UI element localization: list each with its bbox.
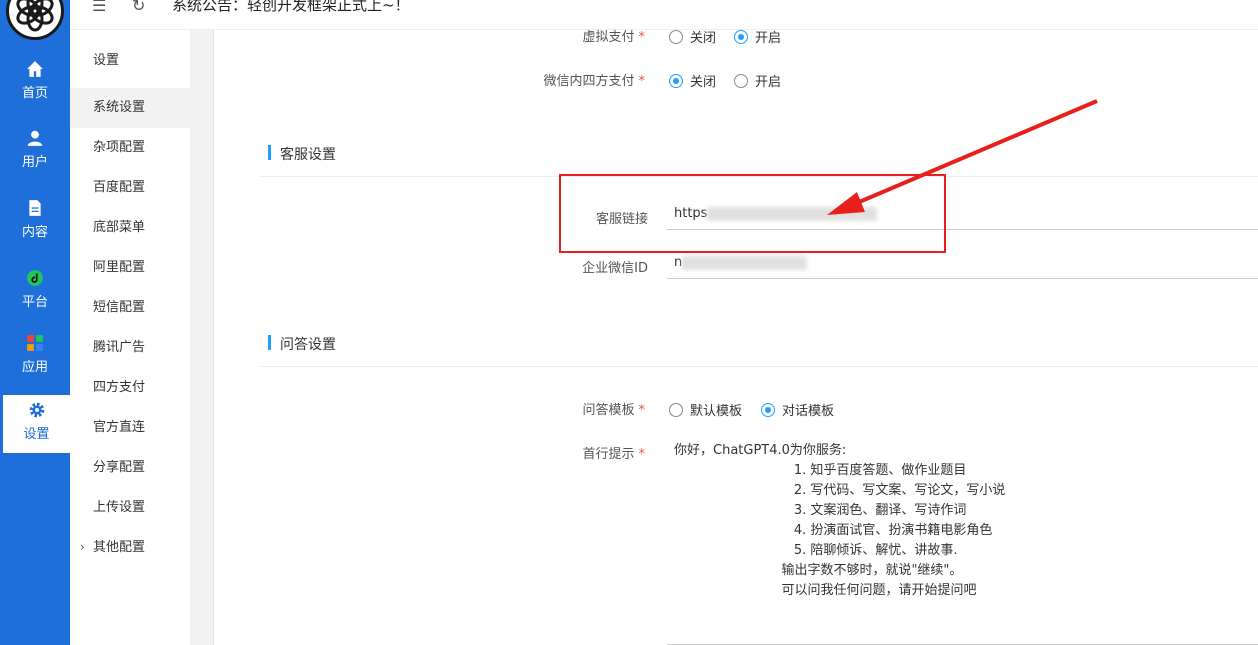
- platform-icon: [27, 270, 43, 286]
- settings-form: 虚拟支付 * 关闭 开启 微信内四方支付 * 关闭 开启 客服设置 客服链接 htt…: [215, 29, 1258, 645]
- system-notice: 系统公告：轻创开发框架正式上~！: [172, 0, 410, 14]
- subnav-item-system[interactable]: 系统设置: [70, 88, 190, 128]
- nav-user-label: 用户: [21, 155, 48, 170]
- subnav-item-official-direct[interactable]: 官方直连: [70, 408, 190, 448]
- gutter: [190, 30, 214, 645]
- nav-apps[interactable]: 应用: [0, 328, 70, 386]
- subnav-item-bottom-menu[interactable]: 底部菜单: [70, 208, 190, 248]
- logo[interactable]: [6, 0, 64, 40]
- nav-settings[interactable]: 设置: [3, 395, 70, 453]
- settings-subnav: 设置 系统设置 杂项配置 百度配置 底部菜单 阿里配置 短信配置 腾讯广告 四方…: [70, 30, 190, 645]
- refresh-icon[interactable]: ↻: [132, 0, 145, 15]
- nav-content[interactable]: 内容: [0, 193, 70, 251]
- subnav-item-tencent-ads[interactable]: 腾讯广告: [70, 328, 190, 368]
- openai-logo-icon: [16, 0, 54, 32]
- nav-home-label: 首页: [21, 86, 48, 101]
- nav-apps-label: 应用: [21, 360, 48, 375]
- subnav-item-other[interactable]: 其他配置: [70, 528, 190, 568]
- menu-collapse-icon[interactable]: ☰: [92, 0, 106, 15]
- subnav-item-misc[interactable]: 杂项配置: [70, 128, 190, 168]
- nav-platform[interactable]: 平台: [0, 263, 70, 321]
- top-bar: ☰ ↻ 系统公告：轻创开发框架正式上~！: [70, 0, 1258, 30]
- nav-home[interactable]: 首页: [0, 54, 70, 112]
- subnav-item-four-party-pay[interactable]: 四方支付: [70, 368, 190, 408]
- nav-settings-label: 设置: [23, 427, 50, 442]
- left-nav: 首页 用户 内容 平台 应用 设置: [0, 0, 70, 645]
- user-icon: [27, 130, 43, 146]
- nav-user[interactable]: 用户: [0, 123, 70, 181]
- gear-icon: [29, 402, 44, 418]
- home-icon: [27, 61, 43, 77]
- nav-content-label: 内容: [21, 225, 48, 240]
- subnav-item-sms[interactable]: 短信配置: [70, 288, 190, 328]
- annotation-arrow-icon: [827, 99, 1098, 215]
- document-icon: [29, 200, 41, 216]
- nav-platform-label: 平台: [21, 295, 48, 310]
- subnav-item-ali[interactable]: 阿里配置: [70, 248, 190, 288]
- subnav-item-share[interactable]: 分享配置: [70, 448, 190, 488]
- apps-icon: [27, 335, 43, 351]
- subnav-item-baidu[interactable]: 百度配置: [70, 168, 190, 208]
- subnav-item-upload[interactable]: 上传设置: [70, 488, 190, 528]
- subnav-heading: 设置: [93, 53, 120, 68]
